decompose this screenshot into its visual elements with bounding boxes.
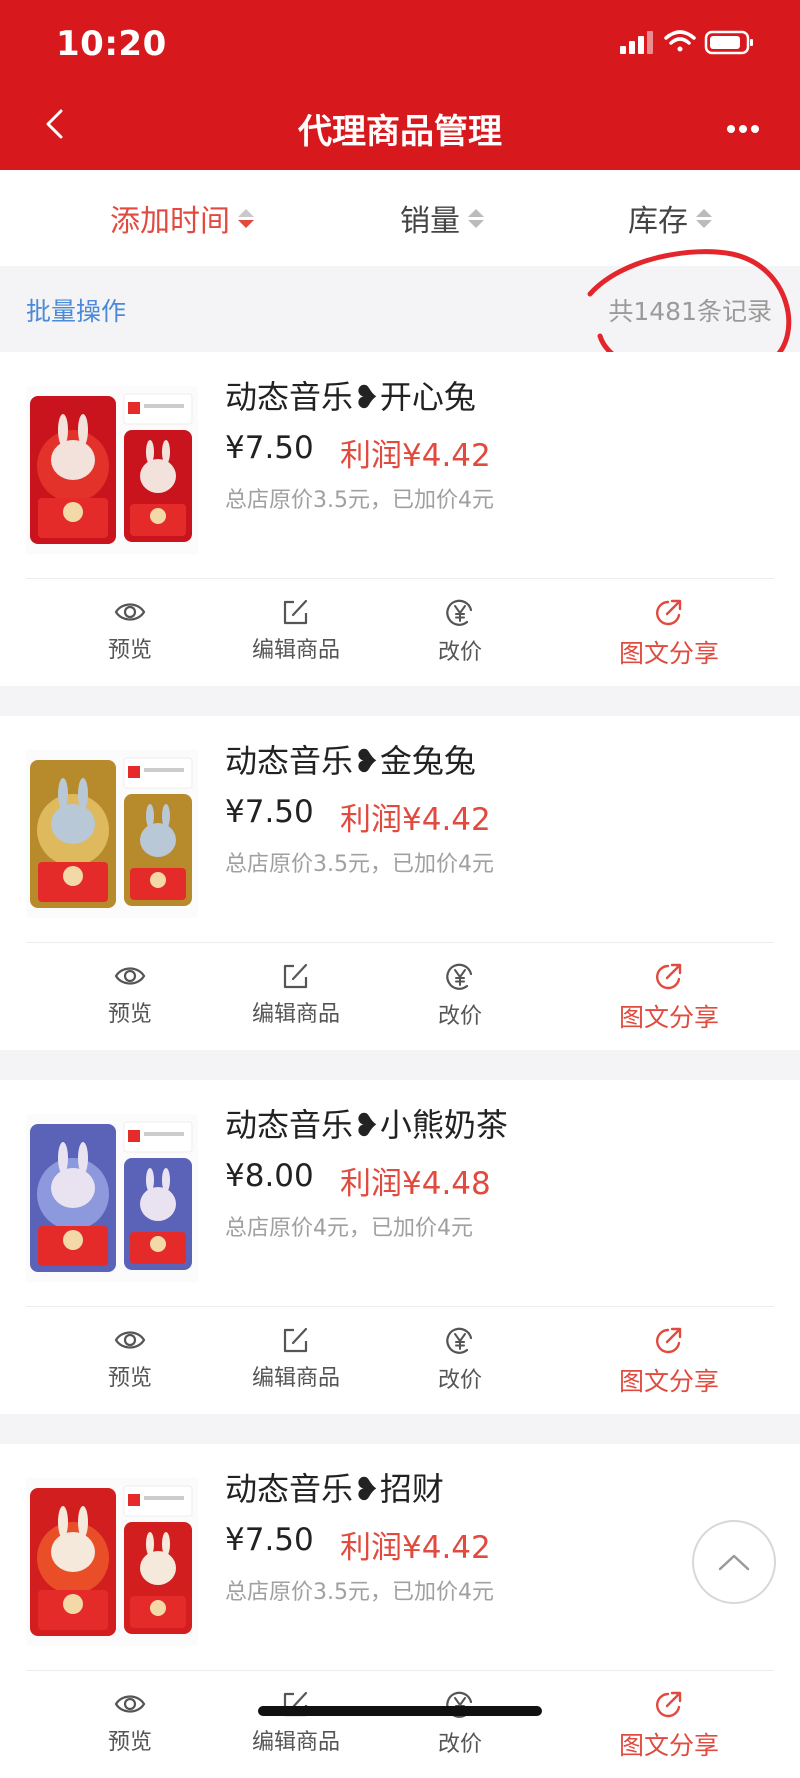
page-title: 代理商品管理 [298, 112, 502, 152]
sort-added-time-label: 添加时间 [110, 204, 230, 239]
share-label: 图文分享 [618, 1731, 719, 1760]
preview-button[interactable]: 预览 [96, 598, 164, 664]
reprice-button[interactable]: 改价 [432, 1690, 488, 1758]
more-icon[interactable] [726, 124, 760, 134]
battery-icon [704, 30, 753, 55]
edit-product-button[interactable]: 编辑商品 [246, 1326, 346, 1392]
eye-icon [114, 1331, 146, 1349]
divider [26, 578, 774, 579]
product-price-note: 总店原价3.5元，已加价4元 [225, 1580, 494, 1605]
product-thumbnail[interactable] [26, 1478, 198, 1646]
eye-icon [114, 603, 146, 621]
share-label: 图文分享 [618, 639, 719, 668]
share-button[interactable]: 图文分享 [614, 962, 724, 1034]
product-price: ¥7.50 [225, 794, 314, 830]
reprice-label: 改价 [437, 1732, 482, 1757]
product-profit: 利润¥4.42 [340, 802, 491, 838]
sort-bar: 添加时间 销量 库存 [0, 170, 800, 266]
product-card[interactable]: 动态音乐❥小熊奶茶 ¥8.00 利润¥4.48 总店原价4元，已加价4元 预览 … [0, 1080, 800, 1414]
back-to-top-button[interactable] [692, 1520, 776, 1604]
product-price-note: 总店原价4元，已加价4元 [225, 1216, 473, 1241]
share-button[interactable]: 图文分享 [614, 1326, 724, 1398]
batch-operation-link[interactable]: 批量操作 [26, 292, 126, 328]
product-name: 动态音乐❥开心兔 [225, 378, 476, 416]
reprice-label: 改价 [437, 640, 482, 665]
product-card[interactable]: 动态音乐❥招财 ¥7.50 利润¥4.42 总店原价3.5元，已加价4元 预览 … [0, 1444, 800, 1778]
eye-icon [114, 967, 146, 985]
product-price: ¥8.00 [225, 1158, 314, 1194]
status-icons [620, 30, 753, 55]
sort-sales-label: 销量 [400, 204, 460, 239]
product-price-note: 总店原价3.5元，已加价4元 [225, 488, 494, 513]
preview-label: 预览 [107, 1002, 152, 1027]
chevron-up-icon [718, 1554, 750, 1571]
product-price: ¥7.50 [225, 430, 314, 466]
product-profit: 利润¥4.42 [340, 438, 491, 474]
edit-product-button[interactable]: 编辑商品 [246, 598, 346, 664]
edit-product-label: 编辑商品 [251, 1002, 340, 1027]
yen-circle-icon [446, 599, 473, 626]
product-profit: 利润¥4.48 [340, 1166, 491, 1202]
edit-icon [283, 599, 308, 625]
sort-sales[interactable]: 销量 [400, 196, 484, 240]
sort-stock[interactable]: 库存 [628, 196, 712, 240]
divider [26, 1306, 774, 1307]
eye-icon [114, 1695, 146, 1713]
top-bar: 10:20 代理商品管理 [0, 0, 800, 170]
preview-label: 预览 [107, 1730, 152, 1755]
reprice-label: 改价 [437, 1004, 482, 1029]
share-icon [656, 599, 682, 626]
divider [26, 942, 774, 943]
product-thumbnail[interactable] [26, 750, 198, 918]
product-price-note: 总店原价3.5元，已加价4元 [225, 852, 494, 877]
edit-product-button[interactable]: 编辑商品 [246, 1690, 346, 1756]
preview-button[interactable]: 预览 [96, 962, 164, 1028]
status-time: 10:20 [56, 24, 167, 64]
product-profit: 利润¥4.42 [340, 1530, 491, 1566]
reprice-button[interactable]: 改价 [432, 1326, 488, 1394]
batch-bar: 批量操作 共1481条记录 [0, 268, 800, 350]
yen-circle-icon [446, 1327, 473, 1354]
sort-arrows-icon [696, 208, 712, 228]
yen-circle-icon [446, 963, 473, 990]
preview-button[interactable]: 预览 [96, 1690, 164, 1756]
share-icon [656, 963, 682, 990]
edit-product-button[interactable]: 编辑商品 [246, 962, 346, 1028]
reprice-button[interactable]: 改价 [432, 962, 488, 1030]
preview-button[interactable]: 预览 [96, 1326, 164, 1392]
product-card[interactable]: 动态音乐❥开心兔 ¥7.50 利润¥4.42 总店原价3.5元，已加价4元 预览… [0, 352, 800, 686]
share-icon [656, 1327, 682, 1354]
sort-arrows-icon [468, 208, 484, 228]
reprice-button[interactable]: 改价 [432, 598, 488, 666]
home-indicator [258, 1706, 542, 1716]
sort-arrows-icon [238, 208, 254, 228]
sort-added-time[interactable]: 添加时间 [110, 196, 254, 240]
record-count: 共1481条记录 [608, 297, 772, 326]
product-name: 动态音乐❥金兔兔 [225, 742, 476, 780]
preview-label: 预览 [107, 1366, 152, 1391]
product-thumbnail[interactable] [26, 386, 198, 554]
product-card[interactable]: 动态音乐❥金兔兔 ¥7.50 利润¥4.42 总店原价3.5元，已加价4元 预览… [0, 716, 800, 1050]
share-label: 图文分享 [618, 1367, 719, 1396]
edit-icon [283, 1327, 308, 1353]
edit-product-label: 编辑商品 [251, 1730, 340, 1755]
edit-product-label: 编辑商品 [251, 638, 340, 663]
share-label: 图文分享 [618, 1003, 719, 1032]
share-icon [656, 1691, 682, 1718]
product-price: ¥7.50 [225, 1522, 314, 1558]
wifi-icon [664, 30, 696, 52]
product-name: 动态音乐❥招财 [225, 1470, 444, 1508]
divider [26, 1670, 774, 1671]
product-thumbnail[interactable] [26, 1114, 198, 1282]
edit-icon [283, 963, 308, 989]
reprice-label: 改价 [437, 1368, 482, 1393]
product-name: 动态音乐❥小熊奶茶 [225, 1106, 508, 1144]
preview-label: 预览 [107, 638, 152, 663]
edit-product-label: 编辑商品 [251, 1366, 340, 1391]
share-button[interactable]: 图文分享 [614, 598, 724, 670]
signal-icon [620, 31, 653, 54]
sort-stock-label: 库存 [628, 204, 688, 239]
share-button[interactable]: 图文分享 [614, 1690, 724, 1762]
